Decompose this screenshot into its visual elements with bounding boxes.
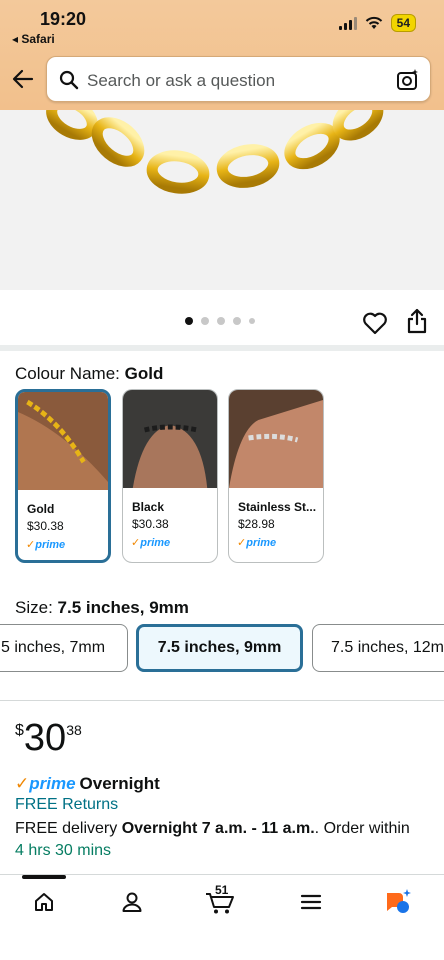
colour-option-price: $30.38	[27, 519, 64, 533]
colour-option-gold[interactable]: Gold $30.38 ✓prime	[15, 389, 111, 563]
delivery-prefix: FREE delivery	[15, 820, 122, 837]
menu-icon[interactable]	[291, 887, 331, 917]
product-image[interactable]	[0, 95, 444, 290]
size-selected-value: 7.5 inches, 9mm	[57, 598, 189, 617]
carousel-dot[interactable]	[201, 317, 209, 325]
price-symbol: $	[15, 722, 24, 739]
delivery-info: FREE delivery Overnight 7 a.m. - 11 a.m.…	[15, 820, 444, 838]
status-time: 19:20	[40, 9, 87, 29]
colour-option-price: $28.98	[238, 517, 275, 531]
back-to-safari-link[interactable]: ◂ Safari	[12, 32, 55, 46]
delivery-suffix: . Order within	[314, 820, 410, 837]
prime-badge: ✓prime	[131, 537, 171, 549]
home-icon[interactable]	[24, 887, 64, 917]
colour-option-price: $30.38	[132, 517, 169, 531]
colour-label: Colour Name: Gold	[15, 364, 163, 384]
delivery-window[interactable]: Overnight 7 a.m. - 11 a.m.	[122, 820, 315, 837]
colour-option-black[interactable]: Black $30.38 ✓prime	[122, 389, 218, 563]
prime-badge: ✓prime	[26, 539, 66, 551]
back-arrow-icon[interactable]	[10, 66, 36, 92]
overnight-label: Overnight	[79, 774, 160, 793]
header: 19:20 ◂ Safari 54 Search or ask a questi…	[0, 0, 444, 110]
size-option-selected[interactable]: 7.5 inches, 9mm	[136, 624, 303, 672]
carousel-dot[interactable]	[185, 317, 193, 325]
price-fraction: 38	[66, 722, 82, 738]
bottom-navigation: 51	[0, 874, 444, 960]
prime-logo: ✓prime	[15, 774, 76, 793]
cart-icon[interactable]: 51	[200, 883, 240, 917]
search-bar[interactable]: Search or ask a question	[46, 56, 431, 102]
colour-option-name: Black	[132, 500, 165, 514]
cellular-signal-icon	[338, 16, 357, 30]
section-divider	[0, 345, 444, 351]
search-input[interactable]: Search or ask a question	[87, 71, 275, 91]
heart-icon[interactable]	[362, 310, 388, 336]
price-whole: 30	[23, 717, 67, 759]
prime-badge: ✓prime	[237, 537, 277, 549]
size-label-prefix: Size:	[15, 598, 58, 617]
account-icon[interactable]	[112, 887, 152, 917]
price: $ 30 38	[15, 716, 82, 760]
carousel-dot[interactable]	[249, 318, 255, 324]
colour-label-prefix: Colour Name:	[15, 364, 125, 383]
carousel-dot[interactable]	[233, 317, 241, 325]
colour-selected-value: Gold	[124, 364, 164, 383]
size-option[interactable]: 5 inches, 7mm	[0, 624, 128, 672]
size-option[interactable]: 7.5 inches, 12m	[312, 624, 444, 672]
share-icon[interactable]	[405, 308, 429, 334]
colour-option-stainless-steel[interactable]: Stainless St... $28.98 ✓prime	[228, 389, 324, 563]
carousel-dots[interactable]	[185, 317, 255, 325]
order-countdown: 4 hrs 30 mins	[15, 842, 112, 859]
wifi-icon	[365, 16, 382, 29]
carousel-dot[interactable]	[217, 317, 225, 325]
cart-count-badge: 51	[215, 883, 229, 897]
camera-scan-icon[interactable]	[396, 68, 420, 92]
rufus-assistant-icon[interactable]	[378, 887, 418, 917]
colour-option-name: Stainless St...	[238, 500, 317, 514]
prime-overnight: ✓prime Overnight	[15, 774, 160, 794]
gold-bracelet-thumbnail	[18, 392, 108, 490]
stainless-bracelet-thumbnail	[229, 390, 323, 488]
free-returns-link[interactable]: FREE Returns	[15, 796, 118, 814]
size-label: Size: 7.5 inches, 9mm	[15, 598, 189, 618]
section-divider	[0, 700, 444, 701]
search-icon	[59, 70, 79, 90]
battery-indicator: 54	[390, 14, 416, 32]
black-bracelet-thumbnail	[123, 390, 217, 488]
active-tab-indicator	[22, 875, 66, 879]
status-indicators: 54	[338, 14, 416, 32]
gold-chain-bracelet-image	[46, 95, 384, 194]
colour-option-name: Gold	[27, 502, 55, 516]
